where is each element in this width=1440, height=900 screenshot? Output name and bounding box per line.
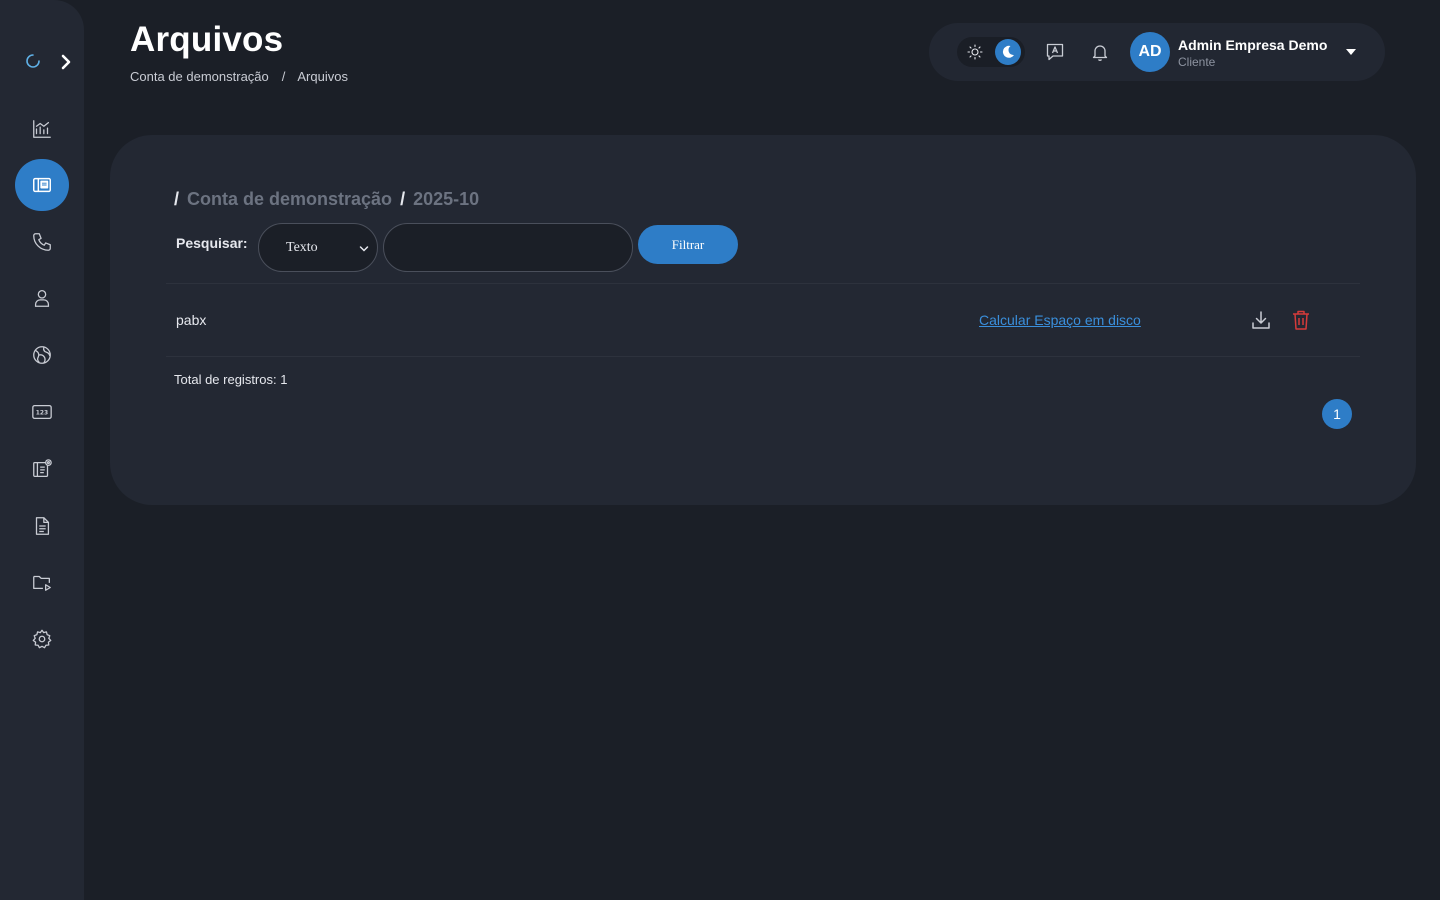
- sidebar-item-network[interactable]: [15, 329, 69, 381]
- chat-icon: [1046, 43, 1064, 61]
- phone-icon: [33, 233, 51, 251]
- total-records: Total de registros: 1: [174, 372, 288, 387]
- search-label: Pesquisar:: [176, 235, 248, 251]
- files-panel: / Conta de demonstração / 2025-10 Pesquisar…: [110, 135, 1416, 505]
- book-settings-icon: [33, 459, 52, 477]
- path-separator: /: [174, 189, 180, 209]
- sidebar-item-dashboard[interactable]: [15, 103, 69, 155]
- chart-icon: [33, 120, 51, 138]
- download-icon[interactable]: [1250, 309, 1272, 331]
- avatar[interactable]: AD: [1130, 32, 1170, 72]
- chevron-down-icon[interactable]: [1346, 49, 1356, 55]
- chevron-down-icon: [359, 246, 369, 252]
- files-icon: [33, 177, 51, 193]
- folder-path: / Conta de demonstração / 2025-10: [174, 189, 487, 210]
- breadcrumb: Conta de demonstração / Arquivos: [130, 69, 348, 84]
- svg-text:123: 123: [36, 409, 48, 416]
- folder-name[interactable]: pabx: [176, 312, 206, 328]
- dark-mode-button[interactable]: [995, 39, 1021, 65]
- sidebar-header: [24, 50, 80, 78]
- user-role: Cliente: [1178, 55, 1216, 69]
- path-item-folder[interactable]: 2025-10: [413, 189, 479, 209]
- trash-icon[interactable]: [1291, 309, 1311, 331]
- globe-icon: [33, 346, 51, 364]
- sidebar-item-directory[interactable]: [15, 443, 69, 495]
- gear-icon: [32, 629, 52, 649]
- chevron-right-icon[interactable]: [58, 54, 74, 70]
- loading-logo-icon: [26, 54, 40, 68]
- pagination-page-button[interactable]: 1: [1322, 399, 1352, 429]
- light-mode-button[interactable]: [963, 40, 987, 64]
- search-input[interactable]: [383, 223, 633, 272]
- divider: [166, 356, 1360, 357]
- top-bar: AD Admin Empresa Demo Cliente: [929, 23, 1385, 81]
- path-separator: /: [400, 189, 406, 209]
- path-item-account[interactable]: Conta de demonstração: [187, 189, 392, 209]
- sidebar-item-reports[interactable]: [15, 500, 69, 552]
- sidebar-item-calls[interactable]: [15, 216, 69, 268]
- moon-icon: [1002, 45, 1014, 58]
- notifications-button[interactable]: [1088, 40, 1112, 64]
- document-icon: [35, 517, 50, 535]
- user-name[interactable]: Admin Empresa Demo: [1178, 37, 1327, 53]
- sidebar-item-settings[interactable]: [15, 613, 69, 665]
- user-icon: [34, 290, 50, 307]
- filter-button[interactable]: Filtrar: [638, 225, 738, 264]
- folder-play-icon: [33, 575, 51, 591]
- divider: [166, 283, 1360, 284]
- sun-icon: [967, 44, 983, 60]
- numbers-icon: 123: [32, 404, 52, 420]
- breadcrumb-item-account[interactable]: Conta de demonstração: [130, 69, 269, 84]
- calculate-disk-space-link[interactable]: Calcular Espaço em disco: [979, 312, 1141, 328]
- breadcrumb-item-current: Arquivos: [297, 69, 348, 84]
- search-type-select[interactable]: Texto: [258, 223, 378, 272]
- theme-toggle[interactable]: [957, 37, 1025, 67]
- search-type-value: Texto: [286, 239, 318, 255]
- sidebar-item-numbers[interactable]: 123: [15, 386, 69, 438]
- bell-icon: [1092, 45, 1108, 61]
- page-title: Arquivos: [130, 20, 284, 59]
- breadcrumb-separator: /: [281, 69, 286, 84]
- support-chat-button[interactable]: [1043, 40, 1067, 64]
- sidebar-item-recordings[interactable]: [15, 556, 69, 608]
- sidebar-item-users[interactable]: [15, 272, 69, 324]
- sidebar: 123: [0, 0, 84, 900]
- sidebar-item-files[interactable]: [15, 159, 69, 211]
